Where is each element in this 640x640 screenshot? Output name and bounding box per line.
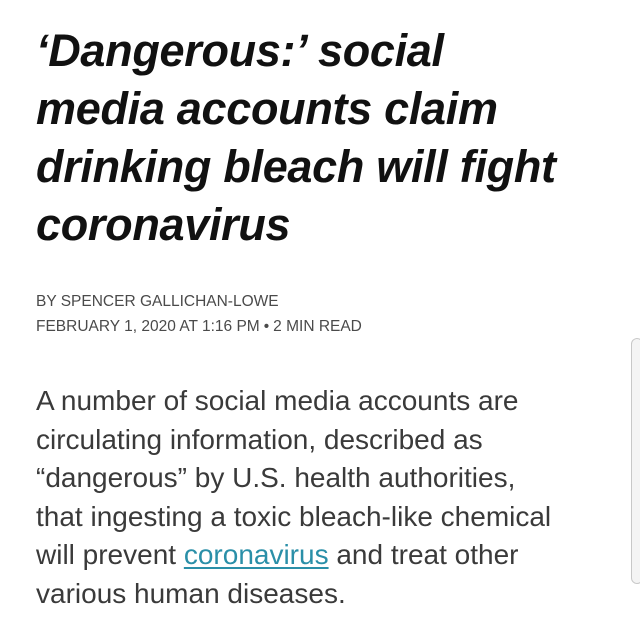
body-line: A number of social media accounts are (36, 385, 519, 416)
body-line: that ingesting a toxic bleach-like chemi… (36, 500, 552, 532)
body-line: “dangerous” by U.S. health authorities, (36, 462, 516, 493)
body-text-segment: and treat other (328, 539, 519, 570)
read-time: 2 MIN READ (273, 318, 362, 335)
author-name: BY SPENCER GALLICHAN-LOWE (36, 293, 279, 310)
publish-meta: FEBRUARY 1, 2020 AT 1:16 PM • 2 MIN READ (36, 314, 596, 339)
body-line: circulating information, described as (36, 423, 483, 455)
headline-line: coronavirus (36, 199, 291, 250)
body-text-segment: will prevent (36, 539, 184, 570)
headline-line: ‘Dangerous:’ social (36, 25, 444, 76)
article-headline: ‘Dangerous:’ social media accounts claim… (36, 22, 616, 254)
coronavirus-link[interactable]: coronavirus (184, 539, 329, 570)
page-scrollbar[interactable] (631, 338, 640, 584)
article-body: A number of social media accounts are ci… (36, 382, 606, 613)
headline-line: media accounts claim (36, 83, 498, 134)
article-page: ‘Dangerous:’ social media accounts claim… (0, 0, 640, 640)
article-byline: BY SPENCER GALLICHAN-LOWE FEBRUARY 1, 20… (36, 289, 596, 339)
body-line: various human diseases. (36, 577, 346, 609)
meta-separator: • (263, 318, 270, 335)
headline-line: drinking bleach will fight (36, 141, 556, 192)
publish-date: FEBRUARY 1, 2020 AT 1:16 PM (36, 318, 260, 335)
body-line: will prevent coronavirus and treat other (36, 536, 606, 575)
